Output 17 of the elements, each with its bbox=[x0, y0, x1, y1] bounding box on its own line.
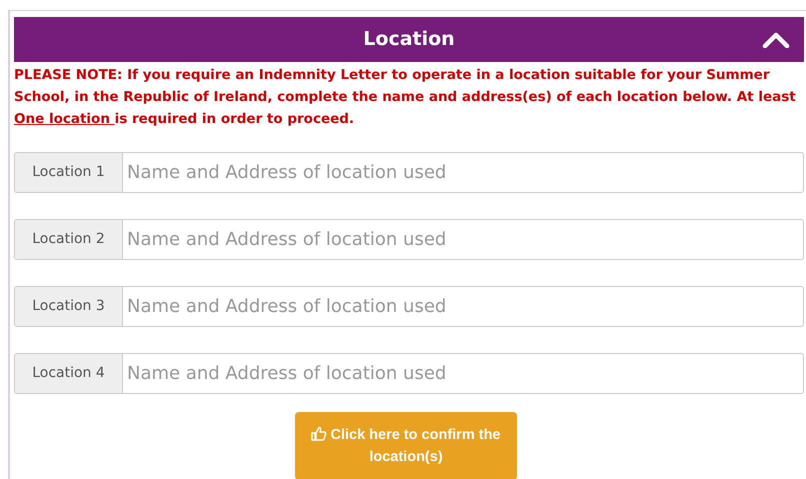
location-label: Location 3 bbox=[15, 287, 123, 326]
notice-text: PLEASE NOTE: If you require an Indemnity Letter to operate in a location suitable for your Summer School, in the Republic of Ireland, complete the name and address(es) of each location below. At least One location is required in order to proceed. bbox=[14, 66, 797, 129]
location-input-group[interactable]: Location 3 Name and Address of location used bbox=[14, 286, 804, 327]
location-label: Location 4 bbox=[15, 354, 123, 393]
location-input[interactable]: Name and Address of location used bbox=[123, 153, 803, 192]
one-location-link[interactable]: One location bbox=[14, 111, 115, 127]
location-input[interactable]: Name and Address of location used bbox=[123, 287, 803, 326]
chevron-up-icon[interactable] bbox=[762, 32, 790, 48]
thumbs-up-icon bbox=[311, 426, 328, 442]
location-input[interactable]: Name and Address of location used bbox=[123, 354, 803, 393]
location-input-group[interactable]: Location 2 Name and Address of location used bbox=[14, 219, 804, 260]
location-input-group[interactable]: Location 4 Name and Address of location used bbox=[14, 353, 804, 394]
location-label: Location 2 bbox=[15, 220, 123, 259]
location-label: Location 1 bbox=[15, 153, 123, 192]
location-input[interactable]: Name and Address of location used bbox=[123, 220, 803, 259]
panel-title: Location bbox=[363, 27, 455, 52]
location-input-group[interactable]: Location 1 Name and Address of location used bbox=[14, 152, 804, 193]
